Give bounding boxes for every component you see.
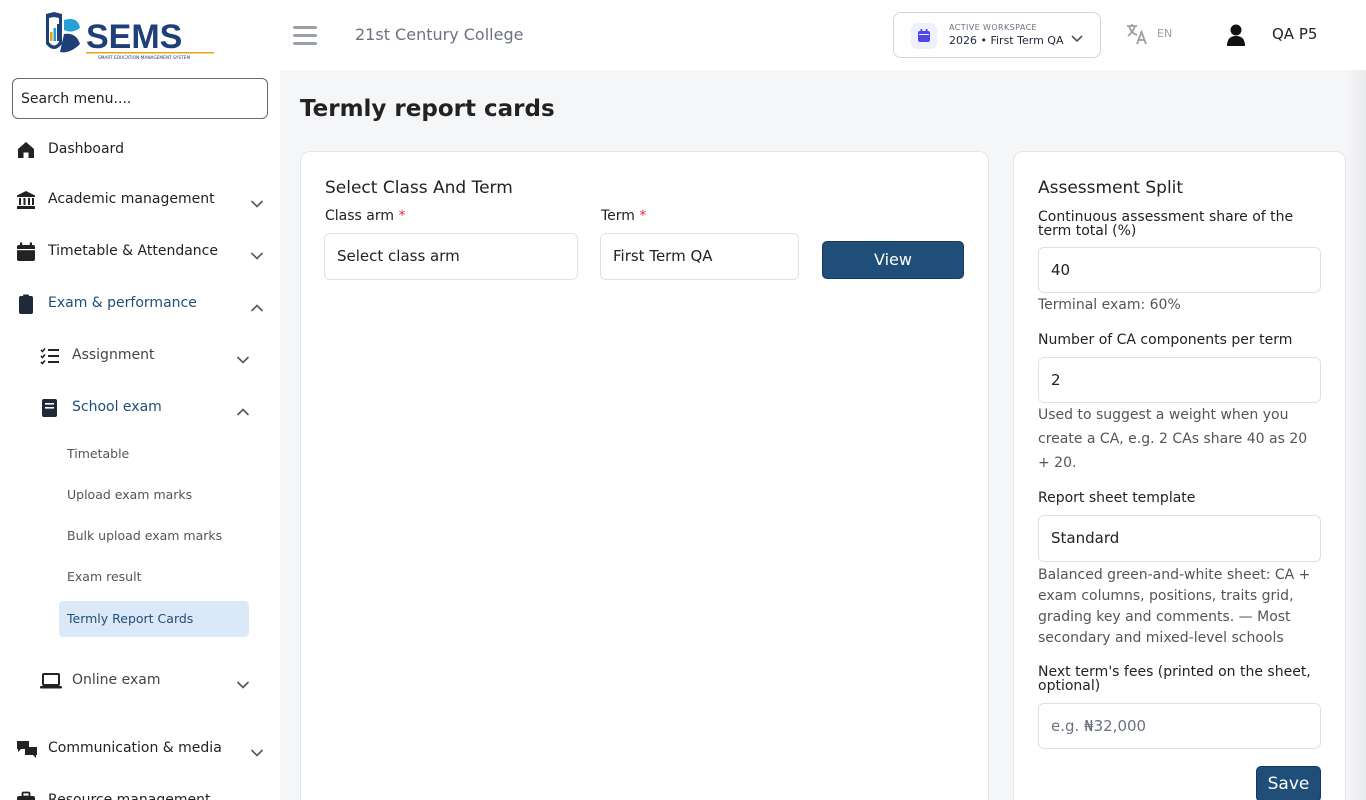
sidebar-item-online-exam[interactable]: Online exam: [0, 661, 280, 701]
hamburger-line: [293, 34, 317, 37]
assessment-split-card: Assessment Split Continuous assessment s…: [1013, 151, 1346, 800]
ca-share-value: 40: [1051, 261, 1071, 279]
term-label-text: Term: [601, 208, 635, 224]
sidebar-link-upload-exam-marks[interactable]: Upload exam marks: [59, 477, 249, 513]
ca-share-label: Continuous assessment share of the term …: [1038, 209, 1294, 239]
card-title: Select Class And Term: [325, 178, 513, 198]
translate-icon[interactable]: [1125, 22, 1149, 50]
hamburger-line: [293, 42, 317, 45]
term-label: Term *: [601, 208, 646, 224]
sidebar-item-label: Upload exam marks: [67, 487, 193, 502]
hamburger-line: [293, 26, 317, 29]
briefcase-icon: [16, 791, 36, 800]
sidebar-item-label: Assignment: [72, 347, 155, 363]
clipboard-icon: [16, 294, 36, 314]
sidebar-link-termly-report-cards[interactable]: Termly Report Cards: [59, 601, 249, 637]
sidebar-item-school-exam[interactable]: School exam: [0, 388, 280, 428]
template-label: Report sheet template: [1038, 490, 1196, 506]
home-icon: [16, 140, 36, 160]
ca-share-input[interactable]: 40: [1038, 247, 1321, 293]
view-button[interactable]: View: [822, 241, 964, 279]
sidebar-link-timetable[interactable]: Timetable: [59, 436, 249, 472]
sidebar-link-bulk-upload-exam-marks[interactable]: Bulk upload exam marks: [59, 518, 249, 554]
template-select[interactable]: Standard: [1038, 515, 1321, 562]
chevron-down-icon: [250, 743, 264, 762]
workspace-selector[interactable]: ACTIVE WORKSPACE 2026 • First Term QA: [893, 12, 1101, 58]
chevron-down-icon: [236, 675, 250, 694]
logo-text: SEMS: [86, 18, 182, 56]
fees-input[interactable]: e.g. ₦32,000: [1038, 703, 1321, 749]
chevron-down-icon: [250, 795, 264, 800]
required-mark: *: [639, 208, 647, 224]
chevron-down-icon: [236, 350, 250, 369]
sidebar-item-label: Communication & media: [48, 740, 222, 756]
user-name[interactable]: QA P5: [1272, 25, 1317, 43]
chevron-down-icon: [1070, 29, 1084, 48]
sidebar-item-label: Dashboard: [48, 141, 124, 157]
chevron-up-icon: [250, 298, 264, 317]
workspace-caption: ACTIVE WORKSPACE: [949, 23, 1038, 32]
terminal-exam-text: Terminal exam: 60%: [1038, 297, 1181, 313]
class-arm-select[interactable]: Select class arm: [324, 233, 578, 280]
sidebar-item-assignment[interactable]: Assignment: [0, 336, 280, 376]
sidebar-item-resource-management[interactable]: Resource management: [0, 781, 280, 800]
sidebar-item-label: Online exam: [72, 672, 161, 688]
ca-components-label: Number of CA components per term: [1038, 332, 1293, 348]
sidebar-item-communication-media[interactable]: Communication & media: [0, 729, 280, 769]
card-title: Assessment Split: [1038, 178, 1184, 198]
ca-components-value: 2: [1051, 371, 1061, 389]
user-avatar-icon[interactable]: [1226, 23, 1246, 51]
fees-input-placeholder: e.g. ₦32,000: [1051, 717, 1147, 735]
top-header: SEMS SMART EDUCATION MANAGEMENT SYSTEM 2…: [0, 0, 1366, 70]
sidebar-item-timetable-attendance[interactable]: Timetable & Attendance: [0, 232, 280, 272]
sidebar-item-label: Exam & performance: [48, 295, 197, 311]
template-help: Balanced green-and-white sheet: CA + exa…: [1038, 567, 1311, 646]
sidebar-item-label: Academic management: [48, 191, 215, 207]
sidebar-item-label: Timetable: [67, 446, 130, 461]
school-name: 21st Century College: [355, 25, 524, 44]
sidebar-item-label: Termly Report Cards: [67, 611, 194, 626]
save-button[interactable]: Save: [1256, 766, 1321, 800]
sidebar: Dashboard Academic management Timetable …: [0, 70, 280, 800]
term-select[interactable]: First Term QA: [600, 233, 799, 280]
laptop-icon: [40, 671, 62, 691]
chevron-down-icon: [250, 246, 264, 265]
class-arm-label-text: Class arm: [325, 208, 395, 224]
sidebar-item-label: Timetable & Attendance: [48, 243, 218, 259]
sidebar-item-label: Resource management: [48, 792, 211, 800]
select-class-term-card: Select Class And Term Class arm * Select…: [300, 151, 989, 800]
fees-label: Next term's fees (printed on the sheet, …: [1038, 664, 1311, 694]
class-arm-select-value: Select class arm: [337, 247, 460, 265]
required-mark: *: [398, 208, 406, 224]
book-icon: [40, 398, 60, 418]
sidebar-link-exam-result[interactable]: Exam result: [59, 559, 249, 595]
term-select-value: First Term QA: [613, 247, 713, 265]
list-check-icon: [40, 346, 60, 366]
scrollbar-track[interactable]: [1346, 70, 1366, 800]
sidebar-item-academic-management[interactable]: Academic management: [0, 180, 280, 220]
sidebar-item-label: School exam: [72, 399, 162, 415]
calendar-icon: [911, 23, 937, 49]
workspace-value: 2026 • First Term QA: [949, 34, 1064, 47]
bank-icon: [16, 190, 36, 210]
menu-toggle-button[interactable]: [293, 26, 317, 46]
sems-logo[interactable]: SEMS SMART EDUCATION MANAGEMENT SYSTEM: [42, 10, 222, 62]
chat-icon: [16, 739, 37, 759]
sidebar-item-dashboard[interactable]: Dashboard: [0, 130, 280, 170]
calendar-icon: [16, 242, 36, 262]
chevron-up-icon: [236, 402, 250, 421]
logo-tagline: SMART EDUCATION MANAGEMENT SYSTEM: [98, 55, 190, 61]
sidebar-search-input[interactable]: [12, 78, 268, 119]
page-title: Termly report cards: [300, 96, 555, 122]
sidebar-item-exam-performance[interactable]: Exam & performance: [0, 284, 280, 324]
template-select-value: Standard: [1051, 529, 1120, 547]
sidebar-item-label: Bulk upload exam marks: [67, 528, 223, 543]
class-arm-label: Class arm *: [325, 208, 405, 224]
ca-components-input[interactable]: 2: [1038, 357, 1321, 403]
chevron-down-icon: [250, 194, 264, 213]
sidebar-item-label: Exam result: [67, 569, 142, 584]
language-label[interactable]: EN: [1157, 27, 1172, 40]
ca-components-help: Used to suggest a weight when you create…: [1038, 407, 1308, 471]
